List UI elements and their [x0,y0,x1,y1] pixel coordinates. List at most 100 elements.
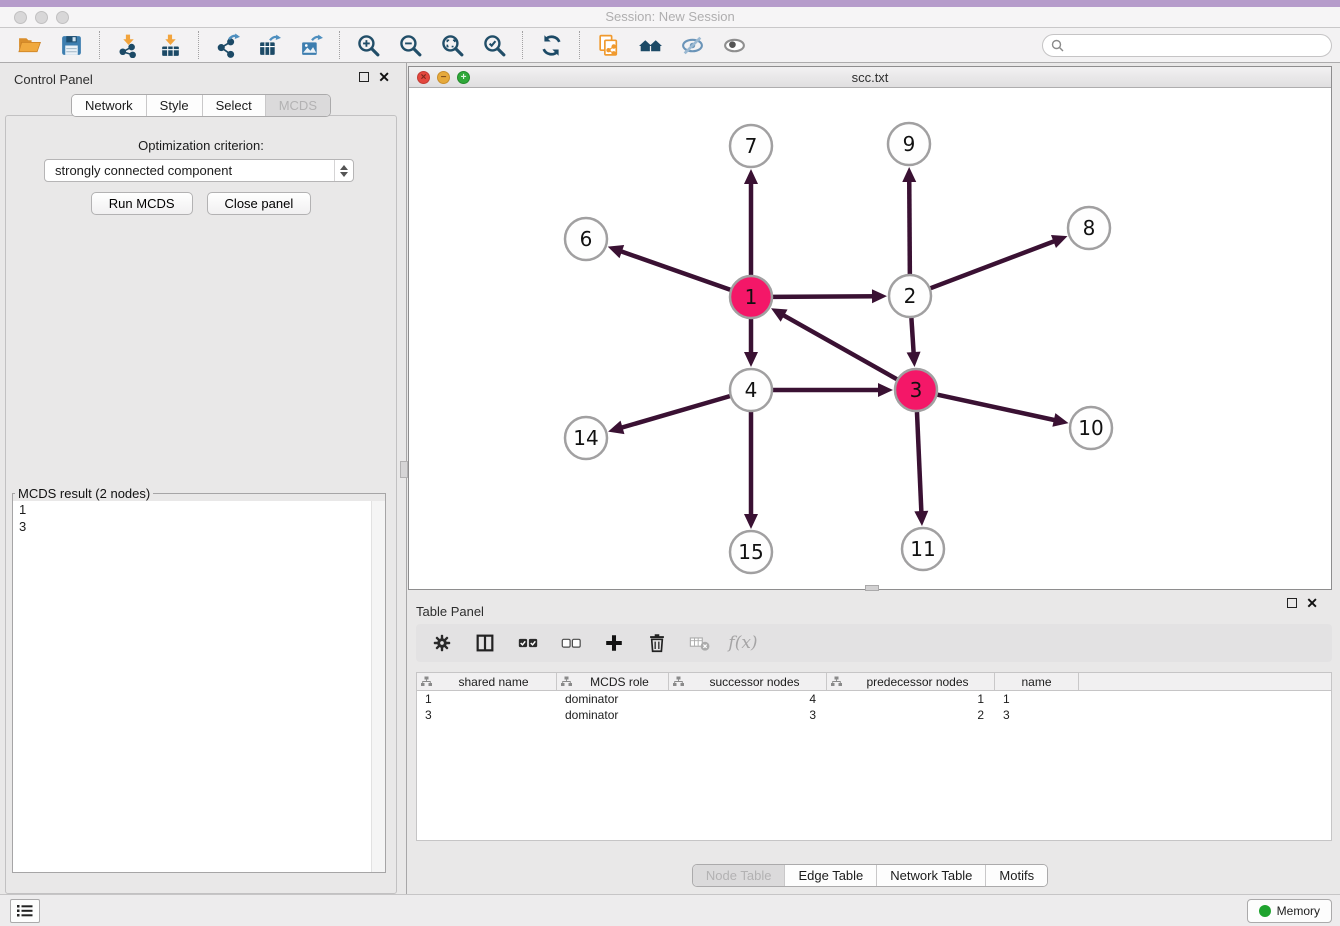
column-header-successor-nodes[interactable]: successor nodes [669,673,827,690]
unchecked-pair-icon[interactable] [559,631,583,655]
session-title: Session: New Session [0,9,1340,24]
column-label: predecessor nodes [845,675,990,689]
graph-edge-1-6[interactable] [615,249,730,289]
column-header-name[interactable]: name [995,673,1079,690]
edge-arrowhead [608,245,624,258]
graph-node-15[interactable]: 15 [730,531,772,573]
graph-node-14[interactable]: 14 [565,417,607,459]
tab-network-table[interactable]: Network Table [876,865,985,886]
network-graph-canvas[interactable]: 7 9 6 8 1 2 4 3 14 10 15 11 [409,88,1331,589]
table-panel-close-button[interactable]: ✕ [1306,597,1318,609]
tab-select[interactable]: Select [202,95,265,116]
edge-arrowhead [1052,413,1068,427]
zoom-fit-icon[interactable] [437,31,467,59]
table-cell[interactable]: 3 [995,708,1079,722]
open-folder-icon[interactable] [14,31,44,59]
graph-edge-1-2[interactable] [773,296,879,297]
graph-edge-2-9[interactable] [909,175,910,274]
trash-icon[interactable] [645,631,669,655]
graph-edge-3-10[interactable] [937,395,1060,422]
main-toolbar [0,28,1340,63]
tab-network[interactable]: Network [72,95,146,116]
graph-edge-2-8[interactable] [931,239,1060,288]
table-row[interactable]: 1dominator411 [417,691,1331,707]
graph-node-7[interactable]: 7 [730,125,772,167]
graph-node-11[interactable]: 11 [902,528,944,570]
zoom-selected-icon[interactable] [479,31,509,59]
table-cell[interactable]: 3 [669,708,827,722]
table-row[interactable]: 3dominator323 [417,707,1331,723]
show-eye-icon[interactable] [719,31,749,59]
column-label: shared name [435,675,552,689]
import-table-file-icon[interactable] [155,31,185,59]
zoom-out-icon[interactable] [395,31,425,59]
export-table-icon[interactable] [254,31,284,59]
checked-pair-icon[interactable] [516,631,540,655]
search-input[interactable] [1069,38,1323,53]
table-body[interactable]: 1dominator4113dominator323 [416,691,1332,841]
hide-selected-eye-slash-icon[interactable] [677,31,707,59]
column-header-shared-name[interactable]: shared name [417,673,557,690]
table-cell[interactable]: 2 [827,708,995,722]
table-cell[interactable]: 1 [995,692,1079,706]
tab-style[interactable]: Style [146,95,202,116]
splitter-handle[interactable] [400,461,408,478]
status-bar: Memory [0,894,1340,926]
houses-icon[interactable] [635,31,665,59]
close-panel-button[interactable]: Close panel [207,192,312,215]
import-network-file-icon[interactable] [113,31,143,59]
mcds-result-area[interactable]: 13 [13,501,385,872]
criterion-dropdown[interactable]: strongly connected component [44,159,354,182]
column-header-MCDS-role[interactable]: MCDS role [557,673,669,690]
column-header-predecessor-nodes[interactable]: predecessor nodes [827,673,995,690]
control-panel-float-button[interactable] [359,72,369,82]
graph-edge-3-1[interactable] [778,312,897,379]
edge-arrowhead [744,514,758,529]
tab-motifs[interactable]: Motifs [985,865,1047,886]
tab-mcds[interactable]: MCDS [265,95,330,116]
new-network-share-icon[interactable] [212,31,242,59]
table-panel: Table Panel ✕ [408,595,1332,894]
run-mcds-button[interactable]: Run MCDS [91,192,193,215]
copy-network-document-icon[interactable] [593,31,623,59]
table-cell[interactable]: 4 [669,692,827,706]
graph-node-2[interactable]: 2 [889,275,931,317]
svg-text:4: 4 [745,378,758,402]
edge-arrowhead [608,421,624,434]
column-split-icon[interactable] [473,631,497,655]
graph-node-3[interactable]: 3 [895,369,937,411]
panel-splitter[interactable] [402,63,407,894]
search-box[interactable] [1042,34,1332,57]
table-cell[interactable]: dominator [557,708,669,722]
graph-edge-3-11[interactable] [917,412,922,518]
column-header-filler [1079,673,1331,690]
table-cell[interactable]: 3 [417,708,557,722]
graph-node-10[interactable]: 10 [1070,407,1112,449]
refresh-layout-icon[interactable] [536,31,566,59]
control-panel-title: Control Panel [14,72,93,87]
export-image-icon[interactable] [296,31,326,59]
gear-icon[interactable] [430,631,454,655]
result-scrollbar[interactable] [371,501,385,872]
plus-icon[interactable] [602,631,626,655]
graph-edge-4-14[interactable] [616,396,730,429]
save-floppy-icon[interactable] [56,31,86,59]
tab-edge-table[interactable]: Edge Table [784,865,876,886]
graph-node-9[interactable]: 9 [888,123,930,165]
graph-node-4[interactable]: 4 [730,369,772,411]
edge-arrowhead [878,383,893,397]
graph-node-6[interactable]: 6 [565,218,607,260]
vertical-splitter-handle[interactable] [865,585,879,591]
graph-node-8[interactable]: 8 [1068,207,1110,249]
tab-node-table[interactable]: Node Table [693,865,785,886]
zoom-in-icon[interactable] [353,31,383,59]
graph-node-1[interactable]: 1 [730,276,772,318]
table-cell[interactable]: dominator [557,692,669,706]
task-history-button[interactable] [10,899,40,923]
network-window-titlebar[interactable]: × − + scc.txt [409,67,1331,88]
table-panel-float-button[interactable] [1287,598,1297,608]
control-panel-close-button[interactable]: ✕ [378,71,390,83]
memory-button[interactable]: Memory [1247,899,1332,923]
table-cell[interactable]: 1 [827,692,995,706]
table-cell[interactable]: 1 [417,692,557,706]
